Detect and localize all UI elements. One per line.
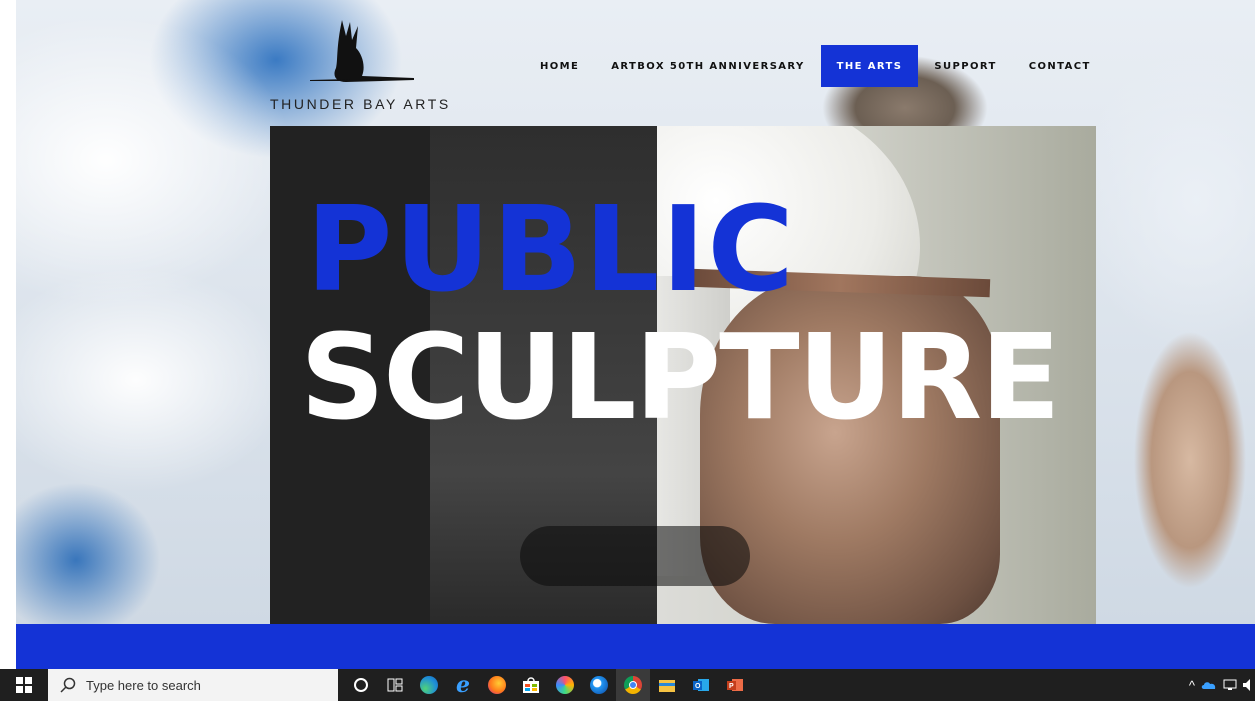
nav-item-the-arts[interactable]: THE ARTS (820, 45, 919, 87)
nav-item-home[interactable]: HOME (524, 45, 595, 87)
windows-taskbar: Type here to search e O P ^ (0, 669, 1255, 701)
network-icon[interactable] (1223, 679, 1237, 691)
cortana-icon[interactable] (344, 669, 378, 701)
app-circle-icon[interactable] (548, 669, 582, 701)
volume-icon[interactable] (1243, 679, 1251, 691)
windows-logo-icon (16, 677, 32, 693)
window-edge (0, 0, 16, 669)
store-icon[interactable] (514, 669, 548, 701)
app-circle-blue-icon[interactable] (582, 669, 616, 701)
helmet-visor-shadow (520, 526, 750, 586)
file-explorer-icon[interactable] (650, 669, 684, 701)
svg-text:O: O (695, 683, 701, 690)
firefox-icon[interactable] (480, 669, 514, 701)
taskbar-search-box[interactable]: Type here to search (48, 669, 338, 701)
site-logo[interactable]: THUNDER BAY ARTS (270, 18, 460, 118)
heron-logo-icon (310, 20, 414, 82)
taskbar-apps: e O P (344, 669, 752, 701)
sculpture-bust-background (1080, 250, 1255, 624)
main-nav: HOME ARTBOX 50TH ANNIVERSARY THE ARTS SU… (524, 45, 1107, 87)
hero-title-line1: PUBLIC (306, 180, 796, 318)
nav-item-contact[interactable]: CONTACT (1013, 45, 1107, 87)
logo-text: THUNDER BAY ARTS (270, 96, 451, 112)
nav-item-artbox-anniversary[interactable]: ARTBOX 50TH ANNIVERSARY (595, 45, 820, 87)
nav-item-support[interactable]: SUPPORT (918, 45, 1012, 87)
chevron-up-icon[interactable]: ^ (1189, 678, 1195, 693)
outlook-icon[interactable]: O (684, 669, 718, 701)
svg-text:P: P (729, 683, 734, 690)
chrome-icon[interactable] (616, 669, 650, 701)
search-icon (60, 677, 76, 693)
edge-icon[interactable] (412, 669, 446, 701)
powerpoint-icon[interactable]: P (718, 669, 752, 701)
onedrive-icon[interactable] (1201, 680, 1217, 690)
hero-title-line2: SCULPTURE (300, 308, 1061, 446)
start-button[interactable] (0, 669, 48, 701)
browser-viewport: THUNDER BAY ARTS HOME ARTBOX 50TH ANNIVE… (0, 0, 1255, 701)
footer-band (16, 624, 1255, 669)
internet-explorer-icon[interactable]: e (446, 669, 480, 701)
search-placeholder: Type here to search (86, 677, 201, 693)
system-tray: ^ (1189, 669, 1255, 701)
task-view-icon[interactable] (378, 669, 412, 701)
